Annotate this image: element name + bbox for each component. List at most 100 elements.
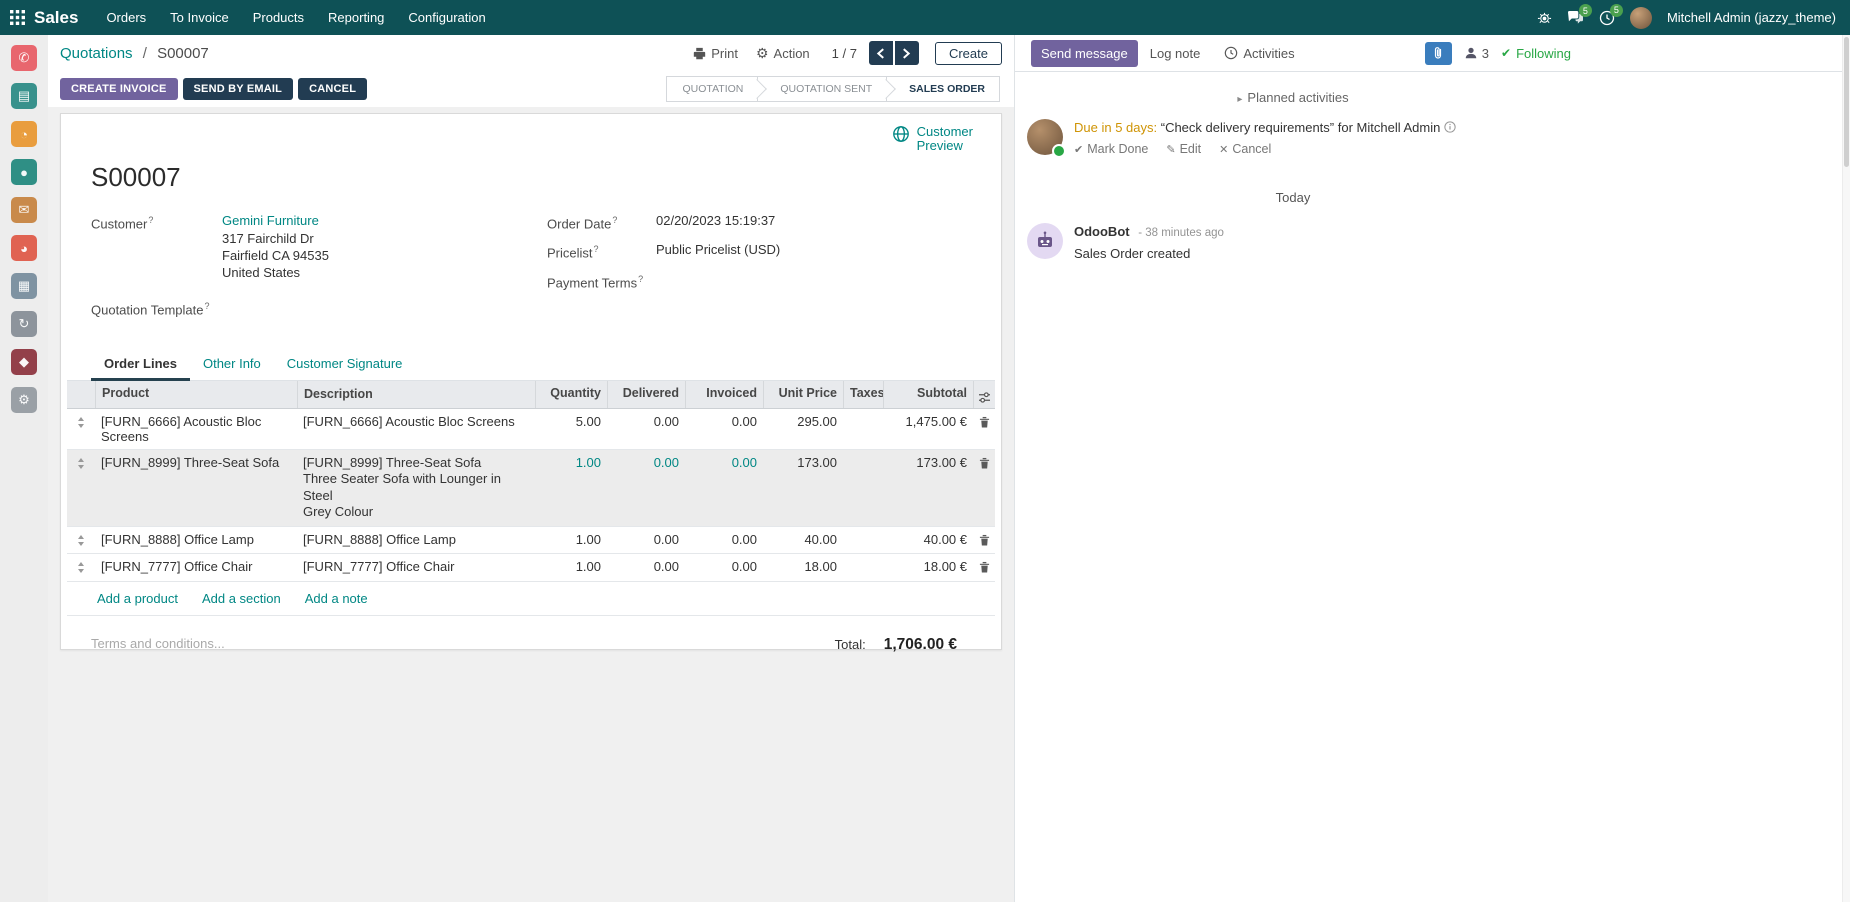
col-header-subtotal[interactable]: Subtotal [883,381,973,408]
attachments-button[interactable] [1425,42,1452,65]
cell-unit-price[interactable]: 40.00 [763,527,843,554]
terms-and-conditions-placeholder[interactable]: Terms and conditions... [91,636,225,654]
menu-configuration[interactable]: Configuration [396,0,497,35]
edit-activity-button[interactable]: ✎Edit [1166,142,1201,156]
cell-invoiced[interactable]: 0.00 [685,409,763,449]
cell-unit-price[interactable]: 295.00 [763,409,843,449]
vertical-scrollbar[interactable] [1842,35,1850,902]
cell-invoiced[interactable]: 0.00 [685,527,763,554]
optional-columns-icon[interactable] [973,381,995,408]
following-button[interactable]: ✔ Following [1501,46,1571,61]
cell-description[interactable]: [FURN_7777] Office Chair [297,554,535,581]
customer-value[interactable]: Gemini Furniture [222,213,319,228]
apps-grid-icon[interactable] [10,10,25,25]
cell-quantity[interactable]: 5.00 [535,409,607,449]
user-menu[interactable]: Mitchell Admin (jazzy_theme) [1667,10,1836,25]
activity-avatar[interactable] [1027,119,1063,155]
message-author[interactable]: OdooBot [1074,224,1130,239]
print-button[interactable]: Print [693,46,738,61]
cell-unit-price[interactable]: 18.00 [763,554,843,581]
col-header-description[interactable]: Description [297,381,535,408]
menu-orders[interactable]: Orders [94,0,158,35]
sidebar-app-documents-icon[interactable]: ▤ [11,83,37,109]
sidebar-app-link-icon[interactable]: ↻ [11,311,37,337]
menu-products[interactable]: Products [241,0,316,35]
create-invoice-button[interactable]: CREATE INVOICE [60,78,178,100]
cell-unit-price[interactable]: 173.00 [763,450,843,526]
send-message-button[interactable]: Send message [1031,40,1138,67]
pricelist-value[interactable]: Public Pricelist (USD) [656,240,780,262]
user-avatar[interactable] [1630,7,1652,29]
mark-done-button[interactable]: ✔Mark Done [1074,142,1148,156]
cell-delivered[interactable]: 0.00 [607,527,685,554]
status-step-quotation-sent[interactable]: QUOTATION SENT [758,76,887,102]
cell-product[interactable]: [FURN_8999] Three-Seat Sofa [95,450,297,526]
add-a-section-link[interactable]: Add a section [202,591,281,606]
cell-invoiced[interactable]: 0.00 [685,554,763,581]
pager-previous-button[interactable] [869,41,893,65]
customer-preview-button[interactable]: CustomerPreview [892,125,973,154]
menu-reporting[interactable]: Reporting [316,0,396,35]
drag-handle-icon[interactable] [67,527,95,554]
planned-activities-header[interactable]: ▸Planned activities [1015,90,1571,105]
breadcrumb-quotations-link[interactable]: Quotations [60,45,133,62]
cell-product[interactable]: [FURN_6666] Acoustic Bloc Screens [95,409,297,449]
tab-order-lines[interactable]: Order Lines [91,348,190,381]
cell-delivered[interactable]: 0.00 [607,554,685,581]
cell-quantity[interactable]: 1.00 [535,527,607,554]
sidebar-app-sales-icon[interactable]: ● [11,159,37,185]
drag-handle-icon[interactable] [67,554,95,581]
sidebar-app-invoicing-icon[interactable]: ✉ [11,197,37,223]
cell-taxes[interactable] [843,527,883,554]
tab-customer-signature[interactable]: Customer Signature [274,348,416,380]
log-note-button[interactable]: Log note [1138,40,1213,67]
table-row[interactable]: [FURN_8999] Three-Seat Sofa [FURN_8999] … [67,450,995,527]
col-header-invoiced[interactable]: Invoiced [685,381,763,408]
status-step-sales-order[interactable]: SALES ORDER [887,76,1000,102]
info-icon[interactable] [1444,121,1456,133]
sidebar-app-discuss-icon[interactable]: ✆ [11,45,37,71]
cell-description[interactable]: [FURN_6666] Acoustic Bloc Screens [297,409,535,449]
delete-row-icon[interactable] [973,450,995,526]
schedule-activity-button[interactable]: Activities [1212,40,1306,67]
cancel-button[interactable]: CANCEL [298,78,367,100]
action-button[interactable]: ⚙ Action [756,45,810,62]
add-a-product-link[interactable]: Add a product [97,591,178,606]
table-row[interactable]: [FURN_7777] Office Chair [FURN_7777] Off… [67,554,995,582]
delete-row-icon[interactable] [973,409,995,449]
cell-description[interactable]: [FURN_8999] Three-Seat Sofa Three Seater… [297,450,535,526]
pager-next-button[interactable] [895,41,919,65]
odoobot-avatar[interactable] [1027,223,1063,259]
cell-product[interactable]: [FURN_8888] Office Lamp [95,527,297,554]
send-by-email-button[interactable]: SEND BY EMAIL [183,78,294,100]
cell-quantity[interactable]: 1.00 [535,554,607,581]
debug-bug-icon[interactable] [1537,10,1552,25]
scrollbar-thumb[interactable] [1844,37,1849,167]
drag-handle-icon[interactable] [67,409,95,449]
col-header-unit-price[interactable]: Unit Price [763,381,843,408]
status-step-quotation[interactable]: QUOTATION [666,76,759,102]
cell-product[interactable]: [FURN_7777] Office Chair [95,554,297,581]
sidebar-app-crm-icon[interactable]: ◔ [11,121,37,147]
menu-to-invoice[interactable]: To Invoice [158,0,241,35]
app-name[interactable]: Sales [34,8,78,28]
col-header-taxes[interactable]: Taxes [843,381,883,408]
cell-invoiced[interactable]: 0.00 [685,450,763,526]
cancel-activity-button[interactable]: ✕Cancel [1219,142,1271,156]
cell-quantity[interactable]: 1.00 [535,450,607,526]
col-header-quantity[interactable]: Quantity [535,381,607,408]
sidebar-app-settings-icon[interactable]: ⚙ [11,387,37,413]
drag-handle-icon[interactable] [67,450,95,526]
cell-delivered[interactable]: 0.00 [607,450,685,526]
sidebar-app-accounting-icon[interactable]: ▦ [11,273,37,299]
sidebar-app-purchase-icon[interactable]: ◆ [11,349,37,375]
tab-other-info[interactable]: Other Info [190,348,274,380]
cell-delivered[interactable]: 0.00 [607,409,685,449]
activities-clock-icon[interactable]: 5 [1599,10,1615,26]
cell-taxes[interactable] [843,409,883,449]
delete-row-icon[interactable] [973,527,995,554]
messages-icon[interactable]: 5 [1567,10,1584,25]
cell-description[interactable]: [FURN_8888] Office Lamp [297,527,535,554]
col-header-delivered[interactable]: Delivered [607,381,685,408]
order-date-value[interactable]: 02/20/2023 15:19:37 [656,211,775,233]
